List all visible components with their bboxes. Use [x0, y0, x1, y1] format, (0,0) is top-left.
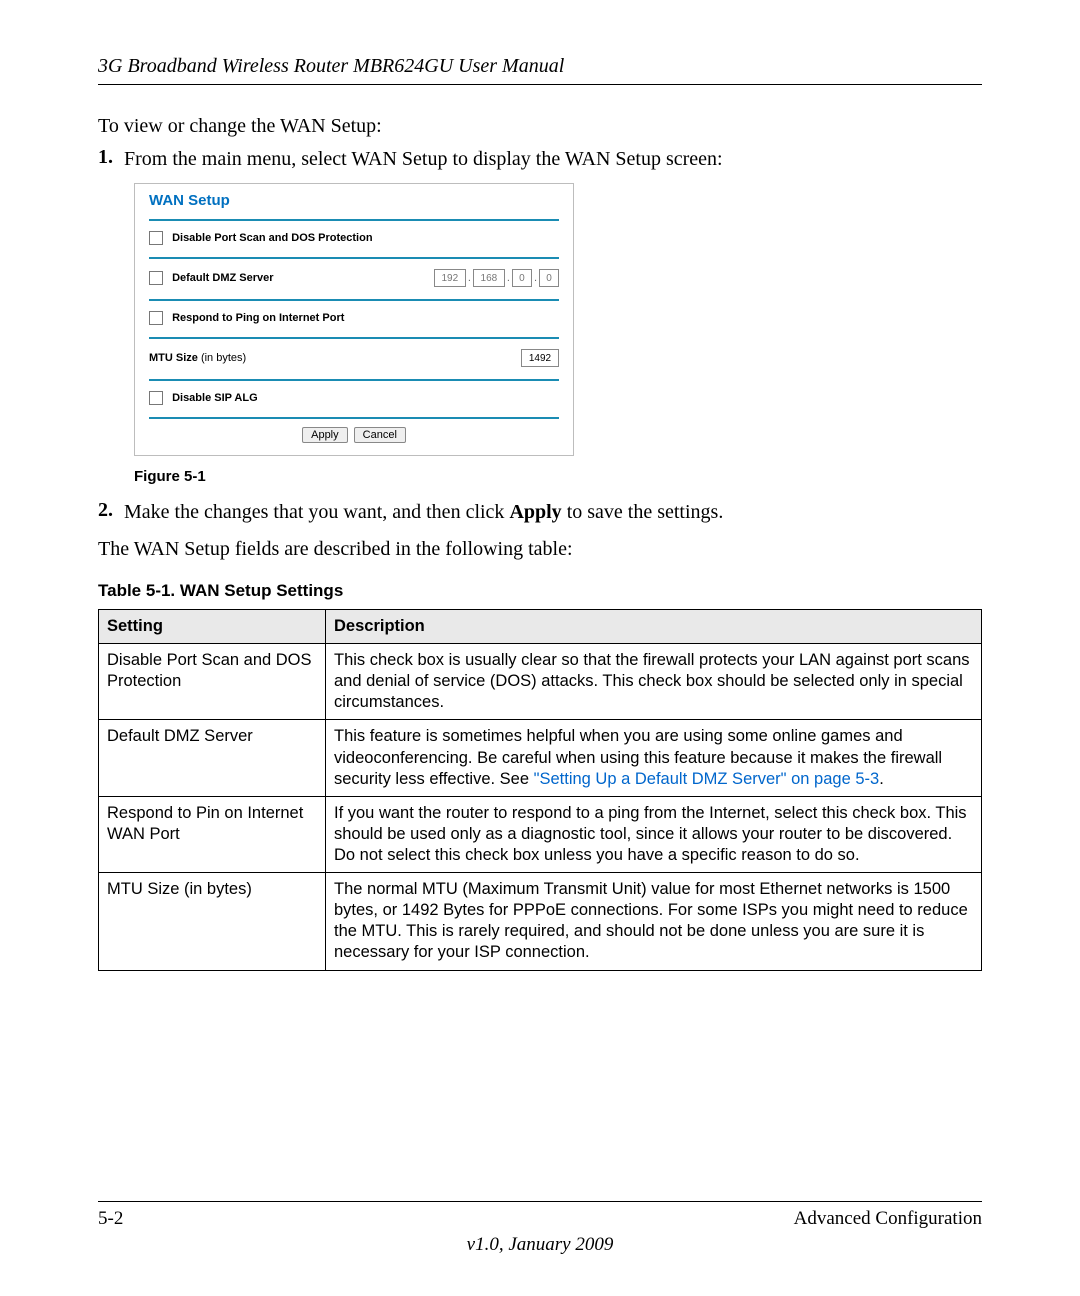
desc-post: .	[879, 770, 884, 788]
checkbox-icon[interactable]	[149, 231, 163, 245]
table-row: Default DMZ Server This feature is somet…	[99, 720, 982, 796]
cell-desc: If you want the router to respond to a p…	[326, 796, 982, 872]
cell-setting: MTU Size (in bytes)	[99, 873, 326, 970]
step-1-text: From the main menu, select WAN Setup to …	[124, 146, 982, 173]
running-head: 3G Broadband Wireless Router MBR624GU Us…	[98, 55, 982, 78]
step-2-apply: Apply	[509, 501, 561, 523]
wan-setup-title: WAN Setup	[149, 192, 559, 209]
mtu-value-field[interactable]: 1492	[521, 349, 559, 367]
cell-setting: Default DMZ Server	[99, 720, 326, 796]
page-footer: 5-2 Advanced Configuration v1.0, January…	[98, 1201, 982, 1256]
apply-button[interactable]: Apply	[302, 427, 348, 443]
step-2-post: to save the settings.	[562, 501, 724, 523]
ping-label: Respond to Ping on Internet Port	[172, 312, 344, 324]
footer-rule	[98, 1201, 982, 1202]
dmz-label: Default DMZ Server	[172, 272, 273, 284]
header-rule	[98, 84, 982, 85]
checkbox-icon[interactable]	[149, 391, 163, 405]
table-row: Respond to Pin on Internet WAN Port If y…	[99, 796, 982, 872]
cell-setting: Disable Port Scan and DOS Protection	[99, 644, 326, 720]
cell-desc: This check box is usually clear so that …	[326, 644, 982, 720]
after-figure-text: The WAN Setup fields are described in th…	[98, 536, 982, 563]
wan-setup-screenshot: WAN Setup Disable Port Scan and DOS Prot…	[134, 183, 574, 456]
sip-label: Disable SIP ALG	[172, 392, 258, 404]
intro-text: To view or change the WAN Setup:	[98, 113, 982, 140]
divider	[149, 417, 559, 419]
th-setting: Setting	[99, 610, 326, 644]
ip-octet-3[interactable]: 0	[512, 269, 532, 287]
divider	[149, 299, 559, 301]
step-1-number: 1.	[98, 146, 124, 173]
wan-settings-table: Setting Description Disable Port Scan an…	[98, 609, 982, 971]
mtu-sub: (in bytes)	[201, 352, 246, 364]
table-row: MTU Size (in bytes) The normal MTU (Maxi…	[99, 873, 982, 970]
ip-octet-1[interactable]: 192	[434, 269, 466, 287]
divider	[149, 337, 559, 339]
divider	[149, 379, 559, 381]
page-number: 5-2	[98, 1208, 123, 1230]
version: v1.0, January 2009	[98, 1234, 982, 1256]
cancel-button[interactable]: Cancel	[354, 427, 406, 443]
checkbox-icon[interactable]	[149, 271, 163, 285]
divider	[149, 257, 559, 259]
ip-octet-2[interactable]: 168	[473, 269, 505, 287]
dmz-link[interactable]: "Setting Up a Default DMZ Server" on pag…	[534, 770, 880, 788]
mtu-label: MTU Size	[149, 352, 201, 364]
figure-caption: Figure 5-1	[134, 468, 982, 485]
cell-setting: Respond to Pin on Internet WAN Port	[99, 796, 326, 872]
table-row: Disable Port Scan and DOS Protection Thi…	[99, 644, 982, 720]
checkbox-icon[interactable]	[149, 311, 163, 325]
cell-desc: This feature is sometimes helpful when y…	[326, 720, 982, 796]
section-name: Advanced Configuration	[794, 1208, 982, 1230]
dmz-ip-fields: 192. 168. 0. 0	[434, 269, 559, 287]
step-2-number: 2.	[98, 499, 124, 526]
step-2-text: Make the changes that you want, and then…	[124, 499, 982, 526]
step-2-pre: Make the changes that you want, and then…	[124, 501, 509, 523]
table-title: Table 5-1. WAN Setup Settings	[98, 581, 982, 601]
ip-octet-4[interactable]: 0	[539, 269, 559, 287]
divider	[149, 219, 559, 221]
cell-desc: The normal MTU (Maximum Transmit Unit) v…	[326, 873, 982, 970]
th-description: Description	[326, 610, 982, 644]
dos-label: Disable Port Scan and DOS Protection	[172, 232, 373, 244]
